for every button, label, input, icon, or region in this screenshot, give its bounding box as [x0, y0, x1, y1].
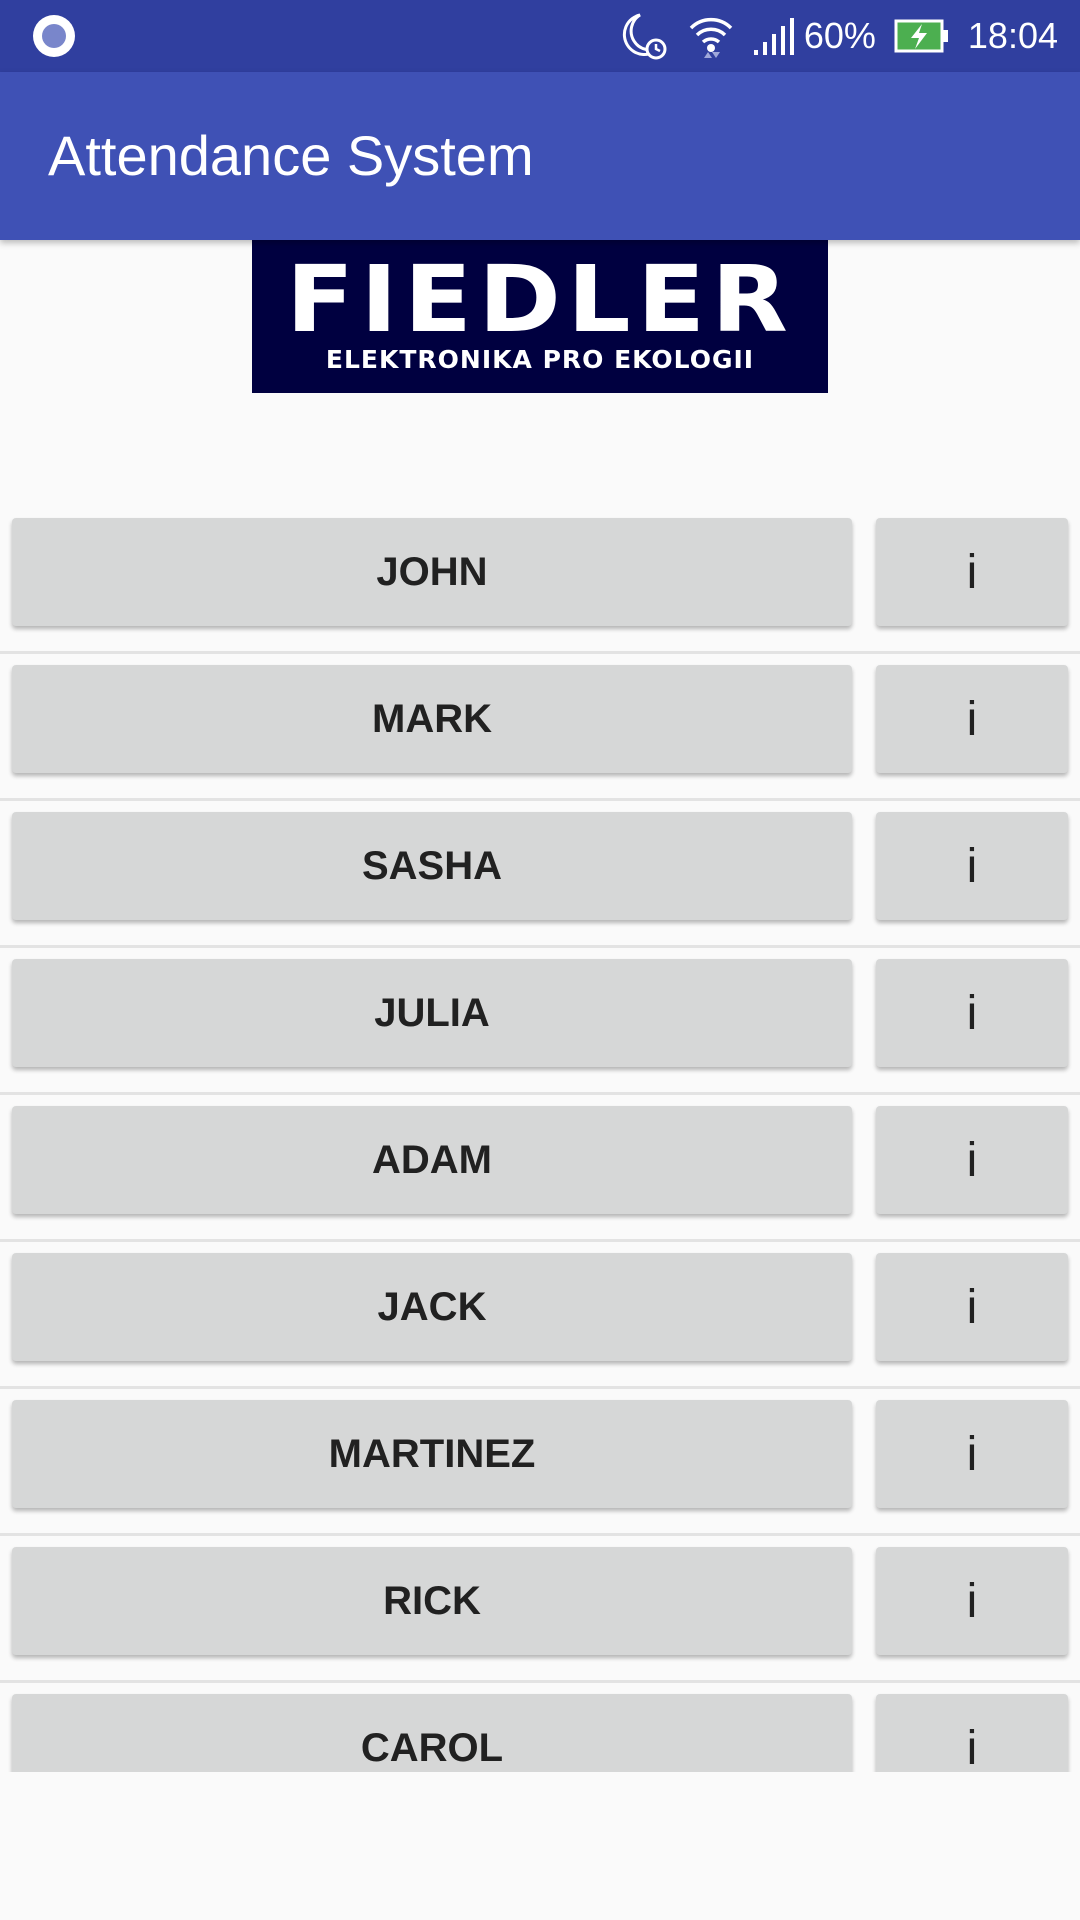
- person-button-martinez[interactable]: MARTINEZ: [12, 1400, 852, 1508]
- person-button-julia[interactable]: JULIA: [12, 959, 852, 1067]
- person-button-adam[interactable]: ADAM: [12, 1106, 852, 1214]
- person-button-rick[interactable]: RICK: [12, 1547, 852, 1655]
- list-item: MARTINEZ i: [0, 1389, 1080, 1536]
- person-button-mark[interactable]: MARK: [12, 665, 852, 773]
- info-button-adam[interactable]: i: [876, 1106, 1068, 1214]
- clock: 18:04: [967, 15, 1058, 56]
- list-item: RICK i: [0, 1536, 1080, 1683]
- list-item: MARK i: [0, 654, 1080, 801]
- list-item: CAROL i: [0, 1683, 1080, 1772]
- person-button-carol[interactable]: CAROL: [12, 1694, 852, 1772]
- logo-main-text: FIEDLER: [285, 245, 795, 353]
- person-button-sasha[interactable]: SASHA: [12, 812, 852, 920]
- wifi-icon: [689, 17, 733, 58]
- info-button-carol[interactable]: i: [876, 1694, 1068, 1772]
- info-button-julia[interactable]: i: [876, 959, 1068, 1067]
- info-button-rick[interactable]: i: [876, 1547, 1068, 1655]
- cellular-signal-icon: [753, 18, 794, 55]
- person-button-john[interactable]: JOHN: [12, 518, 852, 626]
- list-item: JOHN i: [0, 507, 1080, 654]
- list-item: SASHA i: [0, 801, 1080, 948]
- app-bar: Attendance System: [0, 72, 1080, 240]
- status-icons: 60% 18:04: [600, 0, 1058, 72]
- info-button-mark[interactable]: i: [876, 665, 1068, 773]
- battery-charging-icon: [894, 19, 948, 53]
- info-button-sasha[interactable]: i: [876, 812, 1068, 920]
- status-bar: 60% 18:04: [0, 0, 1080, 72]
- list-item: ADAM i: [0, 1095, 1080, 1242]
- info-button-jack[interactable]: i: [876, 1253, 1068, 1361]
- list-item: JACK i: [0, 1242, 1080, 1389]
- battery-percent: 60%: [803, 15, 876, 56]
- company-logo: FIEDLER ELEKTRONIKA PRO EKOLOGII: [252, 240, 828, 393]
- list-item: JULIA i: [0, 948, 1080, 1095]
- do-not-disturb-alarm-icon: [622, 13, 667, 60]
- info-button-martinez[interactable]: i: [876, 1400, 1068, 1508]
- app-title: Attendance System: [48, 124, 534, 187]
- attendance-list[interactable]: JOHN i MARK i SASHA i JULIA i ADAM i JAC…: [0, 507, 1080, 1772]
- info-button-john[interactable]: i: [876, 518, 1068, 626]
- app-notification-icon: [33, 15, 75, 57]
- person-button-jack[interactable]: JACK: [12, 1253, 852, 1361]
